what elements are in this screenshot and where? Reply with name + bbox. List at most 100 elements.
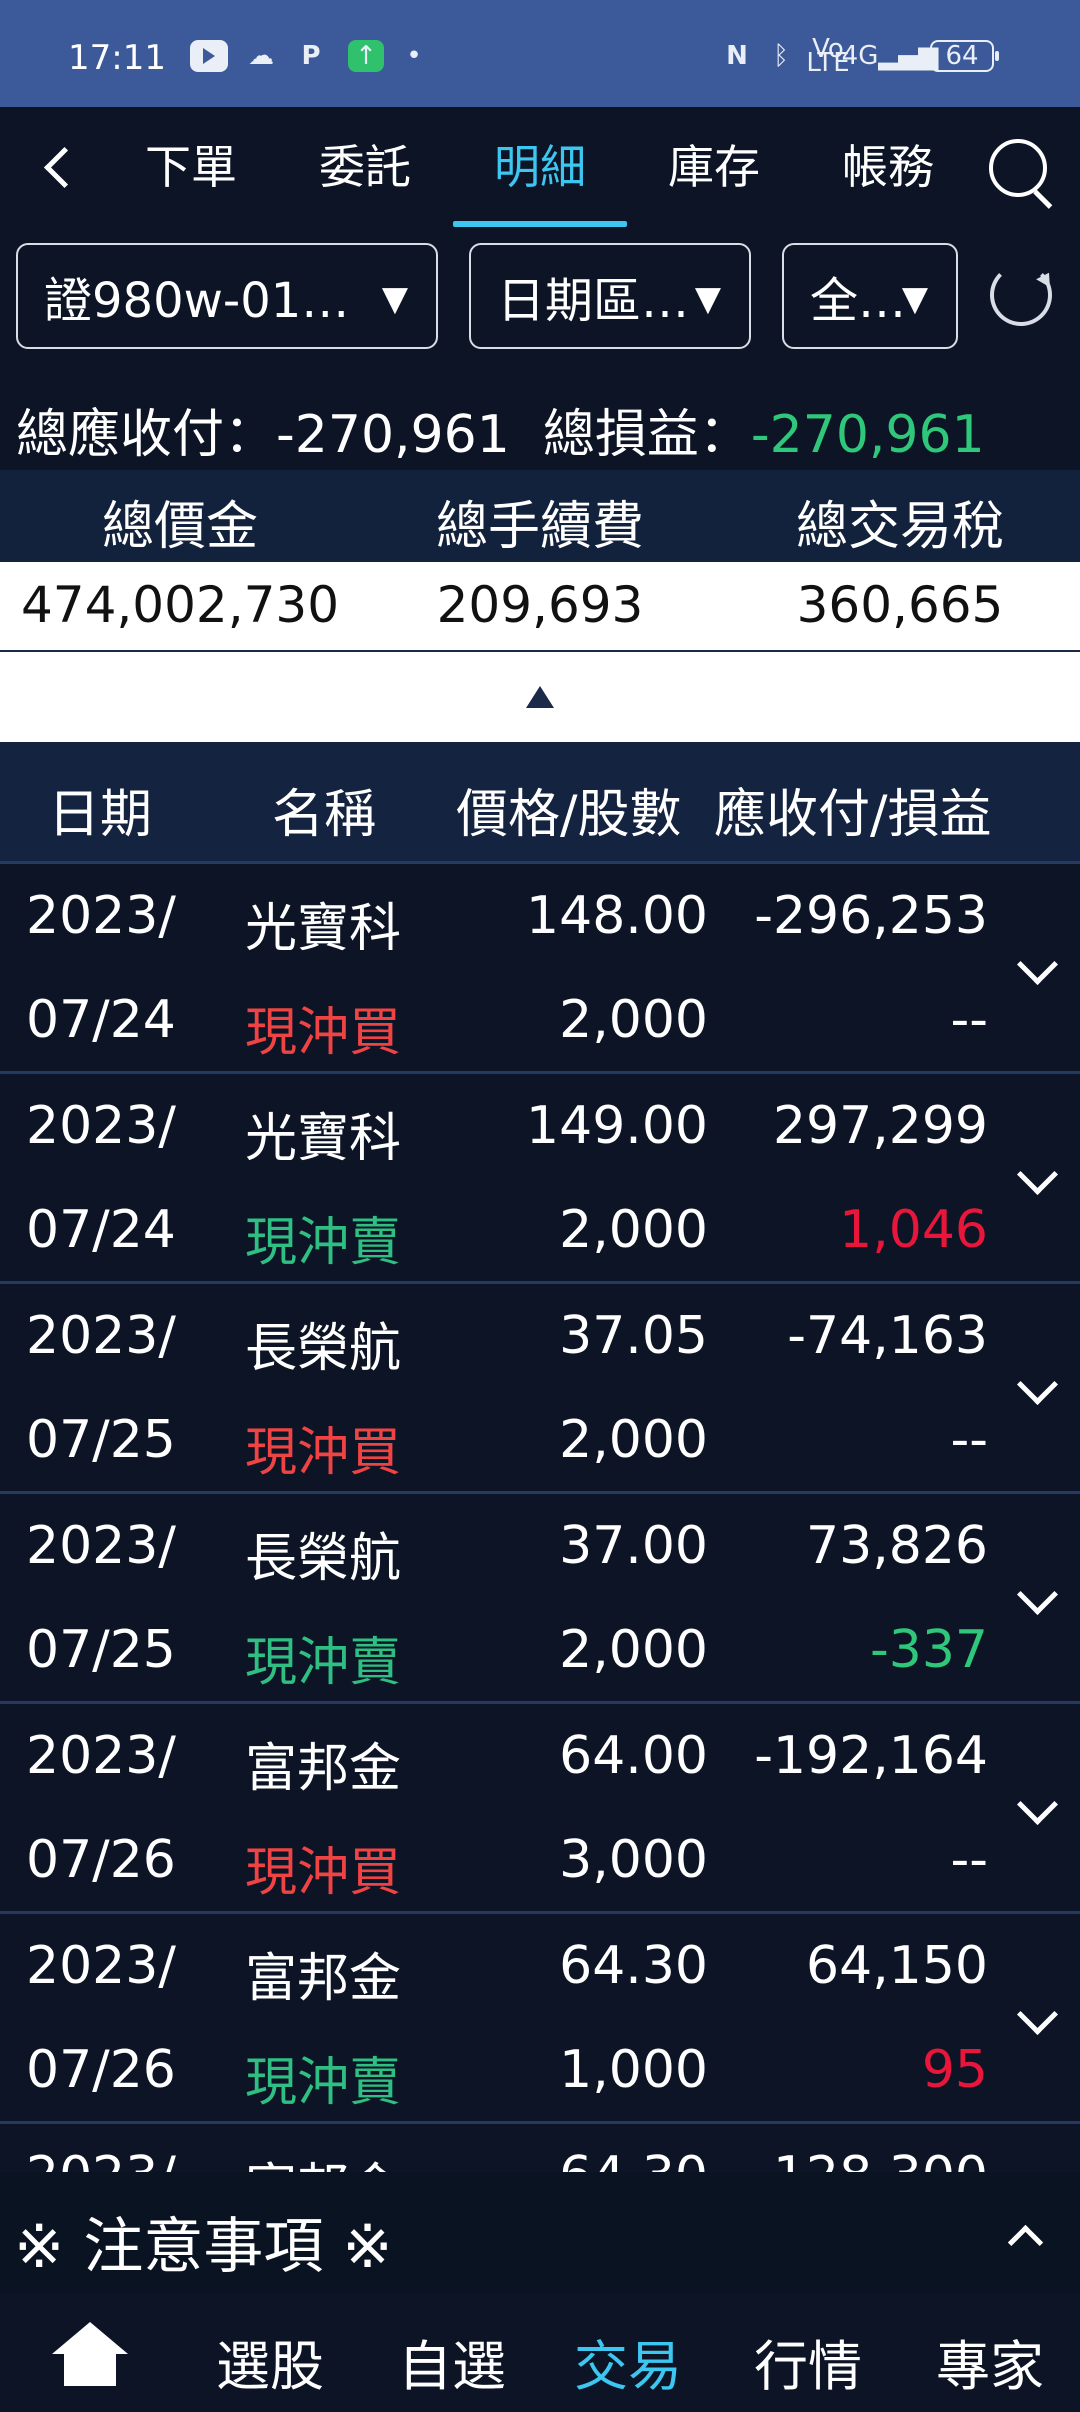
total-receivable-value: -270,961 xyxy=(276,405,510,465)
row-date-md: 07/24 xyxy=(26,990,176,1050)
home-icon[interactable] xyxy=(52,2322,128,2388)
summary-header: 總價金 總手續費 總交易稅 xyxy=(0,470,1080,562)
tab-account[interactable]: 帳務 xyxy=(818,137,958,197)
bottom-nav: 選股 自選 交易 行情 專家 xyxy=(0,2294,1080,2412)
total-pnl-label: 總損益： xyxy=(542,405,751,465)
row-side: 現沖賣 xyxy=(245,1633,402,1693)
row-date-md: 07/24 xyxy=(26,1200,176,1260)
row-price: 64.30 xyxy=(559,2146,708,2172)
row-stock-name: 富邦金 xyxy=(245,2146,401,2172)
dropdown-arrow-icon: ▼ xyxy=(694,279,721,319)
top-nav: 下單 委託 明細 庫存 帳務 xyxy=(0,107,1080,227)
total-receivable-label: 總應收付： xyxy=(16,405,277,465)
row-stock-name: 富邦金 xyxy=(245,1739,402,1799)
dropdown-arrow-icon: ▼ xyxy=(381,279,408,319)
row-qty: 2,000 xyxy=(559,990,708,1050)
notice-bar[interactable]: ※ 注意事項 ※ xyxy=(0,2172,1080,2294)
row-price: 64.00 xyxy=(559,1726,708,1786)
chevron-down-icon[interactable] xyxy=(1020,2000,1050,2030)
table-row[interactable]: 2023/ 07/24 光寶科 現沖賣 149.00 2,000 297,299… xyxy=(0,1074,1080,1284)
table-row[interactable]: 2023/ 07/25 長榮航 現沖賣 37.00 2,000 73,826 -… xyxy=(0,1494,1080,1704)
summary-header-cell: 總交易稅 xyxy=(795,497,1004,557)
row-receivable: -74,163 xyxy=(787,1306,988,1366)
tab-details[interactable]: 明細 xyxy=(470,137,610,197)
tab-order[interactable]: 下單 xyxy=(121,137,261,197)
tab-inventory[interactable]: 庫存 xyxy=(644,137,784,197)
bottom-nav-experts[interactable]: 專家 xyxy=(915,2322,1065,2401)
bottom-nav-stock-picker[interactable]: 選股 xyxy=(195,2322,345,2401)
row-date-md: 07/25 xyxy=(26,1620,176,1680)
row-pnl: -337 xyxy=(869,1620,988,1680)
signal-label: 4G xyxy=(841,41,879,71)
total-pnl-value: -270,961 xyxy=(750,405,985,465)
table-row[interactable]: 2023/ 07/26 富邦金 現沖買 64.00 3,000 -192,164… xyxy=(0,1704,1080,1914)
row-date-md: 07/26 xyxy=(26,2040,176,2100)
tab-entrust[interactable]: 委託 xyxy=(295,137,435,197)
bluetooth-icon: ᛒ xyxy=(773,41,789,71)
row-pnl: -- xyxy=(950,1830,988,1890)
summary-value-cell: 474,002,730 xyxy=(20,576,340,634)
account-select-value: 證980w-01… xyxy=(44,273,350,329)
row-qty: 1,000 xyxy=(559,2040,708,2100)
row-pnl: 1,046 xyxy=(839,1200,988,1260)
refresh-icon[interactable] xyxy=(990,264,1052,326)
row-side: 現沖買 xyxy=(245,1843,402,1903)
date-range-value: 日期區… xyxy=(497,273,690,329)
row-date-year: 2023/ xyxy=(26,886,176,946)
row-pnl: -- xyxy=(950,990,988,1050)
type-select-value: 全… xyxy=(810,273,907,329)
row-receivable: -296,253 xyxy=(754,886,988,946)
notice-label: ※ 注意事項 ※ xyxy=(14,2212,393,2282)
chevron-down-icon[interactable] xyxy=(1020,1370,1050,1400)
row-stock-name: 光寶科 xyxy=(245,899,402,959)
app-notification-icon: ↑ xyxy=(348,40,384,72)
row-stock-name: 長榮航 xyxy=(245,1529,402,1589)
row-date-md: 07/26 xyxy=(26,1830,176,1890)
more-dot-icon: • xyxy=(406,41,422,71)
column-receivable-pnl: 應收付/損益 xyxy=(714,785,992,845)
row-date-year: 2023/ xyxy=(26,1516,176,1576)
row-price: 149.00 xyxy=(526,1096,708,1156)
chevron-down-icon[interactable] xyxy=(1020,950,1050,980)
battery-icon: 64 xyxy=(930,40,999,72)
row-pnl: 95 xyxy=(921,2040,988,2100)
row-qty: 2,000 xyxy=(559,1410,708,1470)
row-pnl: -- xyxy=(950,1410,988,1470)
row-price: 148.00 xyxy=(526,886,708,946)
bottom-nav-watchlist[interactable]: 自選 xyxy=(377,2322,527,2401)
type-select[interactable]: 全… ▼ xyxy=(782,243,958,349)
chevron-down-icon[interactable] xyxy=(1020,1790,1050,1820)
row-date-md: 07/25 xyxy=(26,1410,176,1470)
volte-icon: Vo LTE xyxy=(806,34,850,78)
filter-row: 證980w-01… ▼ 日期區… ▼ 全… ▼ xyxy=(0,227,1080,357)
row-side: 現沖賣 xyxy=(245,1213,402,1273)
bottom-nav-quotes[interactable]: 行情 xyxy=(733,2322,883,2401)
date-range-select[interactable]: 日期區… ▼ xyxy=(469,243,751,349)
search-icon[interactable] xyxy=(985,135,1055,205)
table-row[interactable]: 2023/ 07/24 光寶科 現沖買 148.00 2,000 -296,25… xyxy=(0,864,1080,1074)
chevron-down-icon[interactable] xyxy=(1020,1580,1050,1610)
summary-collapse-toggle[interactable] xyxy=(0,652,1080,742)
nfc-icon: N xyxy=(726,41,748,71)
totals-line: 總應收付：-270,961 總損益：-270,961 xyxy=(16,392,985,465)
status-bar: 17:11 ☁ P ↑ • N ᛒ Vo LTE 4G ▂▄▆ 64 xyxy=(0,0,1080,107)
row-receivable: 297,299 xyxy=(772,1096,988,1156)
table-row[interactable]: 2023/ 富邦金 64.30 128,300 xyxy=(0,2124,1080,2172)
table-row[interactable]: 2023/ 07/26 富邦金 現沖賣 64.30 1,000 64,150 9… xyxy=(0,1914,1080,2124)
table-row[interactable]: 2023/ 07/25 長榮航 現沖買 37.05 2,000 -74,163 … xyxy=(0,1284,1080,1494)
battery-level: 64 xyxy=(945,41,979,71)
chevron-up-icon[interactable] xyxy=(1010,2222,1038,2250)
bottom-nav-trade[interactable]: 交易 xyxy=(553,2322,703,2401)
row-receivable: 73,826 xyxy=(806,1516,988,1576)
back-icon[interactable] xyxy=(38,145,82,189)
summary-value-cell: 360,665 xyxy=(796,576,1004,634)
row-date-year: 2023/ xyxy=(26,1096,176,1156)
column-date: 日期 xyxy=(48,785,153,845)
summary-header-cell: 總價金 xyxy=(101,497,258,557)
account-select[interactable]: 證980w-01… ▼ xyxy=(16,243,438,349)
chevron-down-icon[interactable] xyxy=(1020,1160,1050,1190)
row-date-year: 2023/ xyxy=(26,1936,176,1996)
signal-icon: 4G ▂▄▆ xyxy=(841,41,939,71)
row-side: 現沖買 xyxy=(245,1003,402,1063)
row-date-year: 2023/ xyxy=(26,1726,176,1786)
